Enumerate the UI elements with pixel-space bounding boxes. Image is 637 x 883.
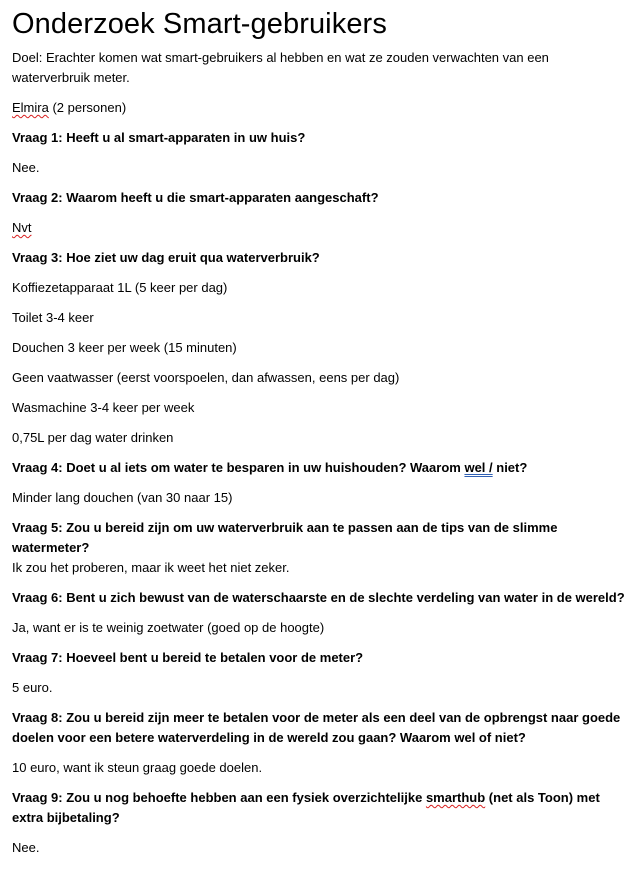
question-9: Vraag 9: Zou u nog behoefte hebben aan e… [12,788,626,828]
respondent: Elmira (2 personen) [12,98,626,118]
question-8: Vraag 8: Zou u bereid zijn meer te betal… [12,710,621,745]
document-page: Onderzoek Smart-gebruikers Doel: Erachte… [12,6,626,868]
answer-3-item: 0,75L per dag water drinken [12,430,174,445]
question-2: Vraag 2: Waarom heeft u die smart-appara… [12,190,379,205]
question-5: Vraag 5: Zou u bereid zijn om uw waterve… [12,520,558,555]
question-7: Vraag 7: Hoeveel bent u bereid te betale… [12,650,364,665]
respondent-detail: (2 personen) [48,100,127,115]
question-4: Vraag 4: Doet u al iets om water te besp… [12,458,626,478]
answer-3-item: Toilet 3-4 keer [12,310,94,325]
answer-3-item: Douchen 3 keer per week (15 minuten) [12,340,237,355]
answer-5: Ik zou het proberen, maar ik weet het ni… [12,560,290,575]
answer-4: Minder lang douchen (van 30 naar 15) [12,490,233,505]
answer-6: Ja, want er is te weinig zoetwater (goed… [12,620,325,635]
question-6: Vraag 6: Bent u zich bewust van de water… [12,590,625,605]
answer-1: Nee. [12,160,40,175]
answer-2: Nvt [12,218,626,238]
respondent-name: Elmira [12,100,49,115]
page-title: Onderzoek Smart-gebruikers [12,8,387,40]
answer-3-item: Geen vaatwasser (eerst voorspoelen, dan … [12,370,400,385]
question-4-part2: niet? [492,460,528,475]
answer-3-item: Wasmachine 3-4 keer per week [12,400,195,415]
answer-9: Nee. [12,840,40,855]
question-1: Vraag 1: Heeft u al smart-apparaten in u… [12,130,306,145]
goal-text: Doel: Erachter komen wat smart-gebruiker… [12,50,549,85]
answer-2-text: Nvt [12,220,32,235]
question-3: Vraag 3: Hoe ziet uw dag eruit qua water… [12,250,320,265]
answer-3-item: Koffiezetapparaat 1L (5 keer per dag) [12,280,228,295]
answer-8: 10 euro, want ik steun graag goede doele… [12,760,263,775]
question-9-part1: Vraag 9: Zou u nog behoefte hebben aan e… [12,790,426,805]
answer-7: 5 euro. [12,680,53,695]
question-4-part1: Vraag 4: Doet u al iets om water te besp… [12,460,465,475]
question-9-highlight: smarthub [425,790,486,805]
question-4-highlight: wel / [464,460,493,475]
